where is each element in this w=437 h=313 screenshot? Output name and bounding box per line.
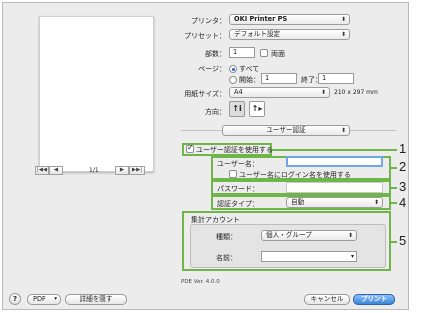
callout-line-2 [391,167,397,169]
popup-arrows-icon: ⬍ [340,16,346,23]
prev-page-button[interactable]: ◀ [49,166,63,175]
duplex-label: 両面 [271,50,285,58]
account-name-combo[interactable]: ▾ [261,251,357,262]
chevron-down-icon: ▾ [54,296,57,302]
auth-type-label: 認証タイプ： [217,200,259,208]
popup-arrows-icon: ⬍ [373,199,379,206]
hide-details-button[interactable]: 詳細を隠す [65,294,127,305]
last-page-button[interactable]: ▶▶| [129,166,145,175]
pages-all-radio[interactable] [229,65,237,73]
landscape-button[interactable]: ↑▸ [249,101,265,117]
auth-type-value: 自動 [291,198,305,206]
pages-range-radio[interactable] [229,76,237,84]
preset-label: プリセット： [184,32,226,40]
paper-size-popup[interactable]: A4 ⬍ [229,87,330,98]
print-button[interactable]: プリント [353,294,395,305]
pages-to-field[interactable]: 1 [318,73,354,84]
preset-popup[interactable]: デフォルト設定 ⬍ [229,29,350,40]
help-button[interactable]: ? [9,293,21,305]
callout-line-4 [391,202,397,204]
preset-value: デフォルト設定 [234,30,281,38]
callout-line-1 [272,149,397,151]
pages-from-label: 開始： [239,76,260,84]
callout-number-4: 4 [399,195,407,210]
popup-arrows-icon: ⬍ [340,127,346,134]
cancel-button[interactable]: キャンセル [304,294,350,305]
pde-version: PDE Ver. 4.0.0 [181,279,220,285]
paper-dims: 210 x 297 mm [334,89,378,96]
pdf-label: PDF [33,295,46,303]
callout-number-1: 1 [399,141,407,156]
copies-field[interactable]: 1 [229,47,255,58]
orientation-label: 方向： [205,108,226,116]
print-dialog: |◀◀ ◀ 1/1 ▶ ▶▶| プリンタ： OKI Printer PS ⬍ プ… [2,2,409,310]
callout-line-3 [391,187,397,189]
chevron-down-icon[interactable]: ▾ [351,252,354,261]
page-preview [39,16,154,172]
pdf-menu-button[interactable]: PDF ▾ [27,294,61,305]
use-user-auth-checkbox[interactable] [186,143,194,153]
callout-line-5 [391,241,397,243]
account-kind-popup[interactable]: 個人・グループ ⬍ [261,230,357,241]
portrait-button[interactable]: ↑i [229,101,245,117]
account-kind-value: 個人・グループ [266,231,312,239]
account-name-label: 名前： [216,254,237,262]
next-page-button[interactable]: ▶ [115,166,129,175]
password-field[interactable] [286,182,383,193]
use-login-name-label: ユーザー名にログイン名を使用する [239,171,351,179]
callout-number-2: 2 [399,159,407,174]
paper-size-label: 用紙サイズ： [184,90,226,98]
duplex-checkbox[interactable] [260,49,268,57]
popup-arrows-icon: ⬍ [340,31,346,38]
callout-number-5: 5 [399,233,407,248]
paper-size-value: A4 [234,88,243,96]
password-label: パスワード： [217,185,259,193]
pages-from-field[interactable]: 1 [261,73,297,84]
copies-label: 部数： [205,50,226,58]
username-label: ユーザー名： [217,160,259,168]
popup-arrows-icon: ⬍ [347,232,353,239]
first-page-button[interactable]: |◀◀ [35,166,49,175]
auth-type-popup[interactable]: 自動 ⬍ [286,197,383,208]
panel-select-value: ユーザー認証 [266,126,306,134]
printer-value: OKI Printer PS [234,15,288,23]
use-login-name-checkbox[interactable] [229,170,237,178]
use-user-auth-label: ユーザー認証を使用する [196,146,273,154]
username-field[interactable] [286,156,383,167]
page-indicator: 1/1 [89,167,99,174]
account-kind-label: 種類： [216,233,237,241]
printer-popup[interactable]: OKI Printer PS ⬍ [229,14,350,25]
pages-label: ページ： [198,65,226,73]
printer-label: プリンタ： [191,17,226,25]
pages-all-label: すべて [239,65,260,73]
panel-select-popup[interactable]: ユーザー認証 ⬍ [222,125,350,136]
popup-arrows-icon: ⬍ [320,89,326,96]
callout-number-3: 3 [399,179,407,194]
